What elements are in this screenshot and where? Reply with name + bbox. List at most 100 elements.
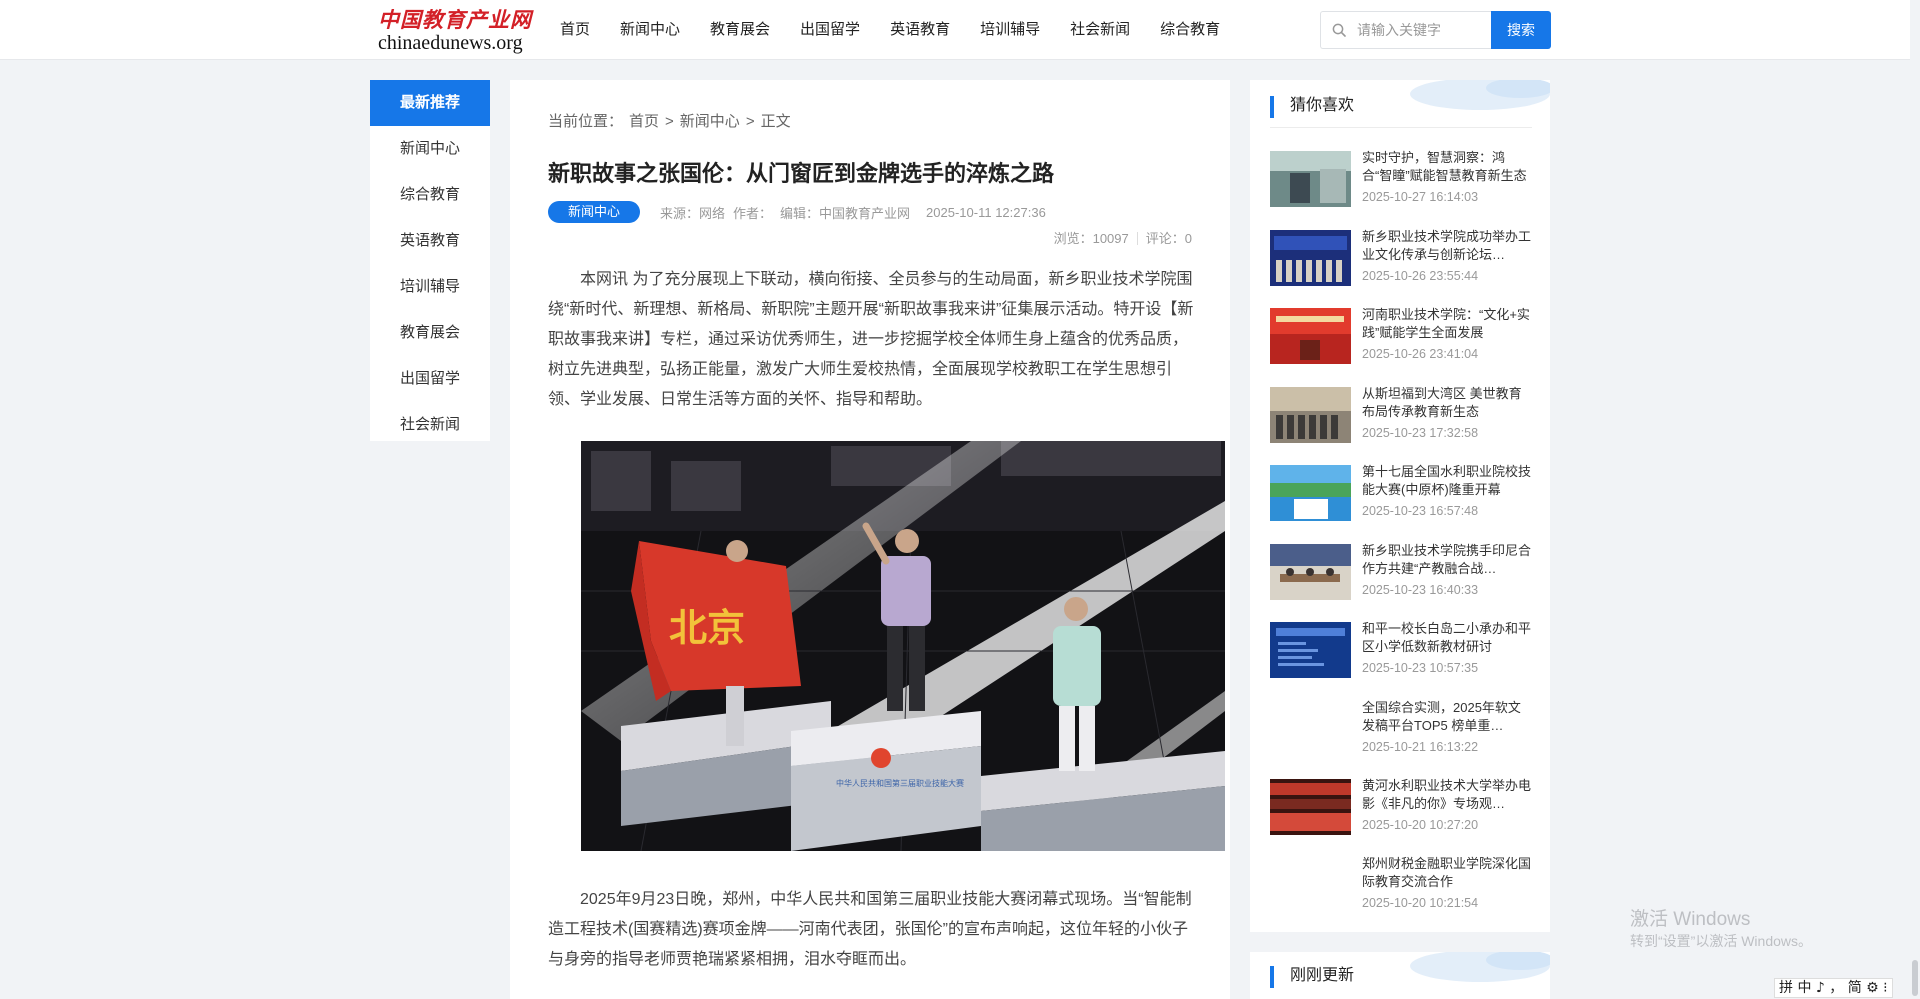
recommend-thumbnail bbox=[1270, 779, 1351, 835]
recommend-item-title: 河南职业技术学院：“文化+实践”赋能学生全面发展 bbox=[1362, 307, 1530, 340]
recommend-thumbnail bbox=[1270, 622, 1351, 678]
recommend-item-time: 2025-10-27 16:14:03 bbox=[1362, 190, 1479, 204]
article-paragraph: 2025年9月23日晚，郑州，中华人民共和国第三届职业技能大赛闭幕式现场。当“智… bbox=[548, 891, 1192, 968]
recommend-item[interactable]: 从斯坦福到大湾区 美世教育布局传承教育新生态 2025-10-23 17:32:… bbox=[1270, 385, 1532, 445]
flag-text: 北京 bbox=[669, 605, 745, 650]
nav-item-news-center[interactable]: 新闻中心 bbox=[620, 0, 680, 60]
recommend-item-time: 2025-10-23 10:57:35 bbox=[1362, 661, 1479, 675]
side-item-general-education[interactable]: 综合教育 bbox=[370, 172, 490, 218]
recommend-thumbnail bbox=[1270, 308, 1351, 364]
recommend-item-time: 2025-10-23 16:57:48 bbox=[1362, 504, 1479, 518]
views-count: 10097 bbox=[1092, 231, 1129, 246]
breadcrumb-current: 正文 bbox=[760, 113, 791, 130]
podium-ceremony-image: 中华人民共和国第三届职业技能大赛 北京 bbox=[581, 441, 1225, 851]
article-photo: 中华人民共和国第三届职业技能大赛 北京 bbox=[581, 441, 1225, 851]
side-item-education-expo[interactable]: 教育展会 bbox=[370, 310, 490, 356]
recommend-item-title: 全国综合实测，2025年软文发稿平台TOP5 榜单重… bbox=[1362, 700, 1521, 733]
recommend-item-title: 新乡职业技术学院成功举办工业文化传承与创新论坛… bbox=[1362, 229, 1532, 262]
recommend-item[interactable]: 新乡职业技术学院携手印尼合作方共建“产教融合战… 2025-10-23 16:4… bbox=[1270, 542, 1532, 602]
nav-item-education-expo[interactable]: 教育展会 bbox=[710, 0, 770, 60]
main-nav: 首页 新闻中心 教育展会 出国留学 英语教育 培训辅导 社会新闻 综合教育 bbox=[560, 0, 1250, 60]
recommend-item-time: 2025-10-23 16:40:33 bbox=[1362, 583, 1479, 597]
logo-chinese-text: 中国教育产业网 bbox=[378, 7, 532, 32]
breadcrumb: 当前位置： 首页 > 新闻中心 > 正文 bbox=[548, 110, 797, 131]
recommend-item[interactable]: 实时守护，智慧洞察：鸿合“智瞳”赋能智慧教育新生态 2025-10-27 16:… bbox=[1270, 149, 1532, 209]
recommend-thumbnail bbox=[1270, 465, 1351, 521]
nav-item-general-education[interactable]: 综合教育 bbox=[1160, 0, 1220, 60]
logo-english-text: chinaedunews.org bbox=[378, 32, 523, 54]
recommend-thumbnail bbox=[1270, 544, 1351, 600]
panel-cloud-decoration bbox=[1410, 80, 1550, 110]
breadcrumb-prefix: 当前位置： bbox=[548, 113, 624, 130]
recommend-item[interactable]: 新乡职业技术学院成功举办工业文化传承与创新论坛… 2025-10-26 23:5… bbox=[1270, 228, 1532, 288]
recommend-thumbnail bbox=[1270, 387, 1351, 443]
recommend-item-time: 2025-10-20 10:27:20 bbox=[1362, 818, 1479, 832]
recommend-thumbnail bbox=[1270, 151, 1351, 207]
recommend-item-title: 第十七届全国水利职业院校技能大赛(中原杯)隆重开幕 bbox=[1362, 464, 1532, 497]
breadcrumb-separator: > bbox=[745, 113, 755, 130]
breadcrumb-home-link[interactable]: 首页 bbox=[629, 113, 659, 130]
recommend-item-title: 实时守护，智慧洞察：鸿合“智瞳”赋能智慧教育新生态 bbox=[1362, 150, 1527, 183]
side-item-social-news[interactable]: 社会新闻 bbox=[370, 402, 490, 448]
recommend-item-time: 2025-10-20 10:21:54 bbox=[1362, 896, 1479, 910]
nav-item-social-news[interactable]: 社会新闻 bbox=[1070, 0, 1130, 60]
category-badge[interactable]: 新闻中心 bbox=[548, 201, 640, 223]
recommend-item-time: 2025-10-26 23:41:04 bbox=[1362, 347, 1479, 361]
recommend-panel-title: 猜你喜欢 bbox=[1270, 96, 1354, 118]
page-scrollbar[interactable] bbox=[1910, 0, 1920, 999]
recommend-item[interactable]: 和平一校长白岛二小承办和平区小学低数新教材研讨 2025-10-23 10:57… bbox=[1270, 620, 1532, 680]
recommend-item-title: 郑州财税金融职业学院深化国际教育交流合作 bbox=[1362, 856, 1532, 889]
nav-item-training[interactable]: 培训辅导 bbox=[980, 0, 1040, 60]
search-input[interactable] bbox=[1357, 20, 1485, 40]
side-item-training[interactable]: 培训辅导 bbox=[370, 264, 490, 310]
views-label: 浏览： bbox=[1053, 231, 1093, 246]
recommend-item-time: 2025-10-23 17:32:58 bbox=[1362, 426, 1479, 440]
windows-activation-title: 激活 Windows bbox=[1630, 909, 1751, 930]
side-item-news-center[interactable]: 新闻中心 bbox=[370, 126, 490, 172]
recommend-item-title: 黄河水利职业技术大学举办电影《非凡的你》专场观… bbox=[1362, 778, 1532, 811]
comments-label: 评论： bbox=[1145, 231, 1185, 246]
nav-item-home[interactable]: 首页 bbox=[560, 0, 590, 60]
article-author: 作者： bbox=[733, 205, 773, 221]
recommend-item[interactable]: 黄河水利职业技术大学举办电影《非凡的你》专场观… 2025-10-20 10:2… bbox=[1270, 777, 1532, 837]
search-icon bbox=[1332, 23, 1346, 37]
nav-item-english-education[interactable]: 英语教育 bbox=[890, 0, 950, 60]
stats-divider bbox=[1136, 232, 1138, 245]
side-item-latest-recommend[interactable]: 最新推荐 bbox=[370, 80, 490, 126]
recommend-item-time: 2025-10-21 16:13:22 bbox=[1362, 740, 1479, 754]
recommend-item-title: 从斯坦福到大湾区 美世教育布局传承教育新生态 bbox=[1362, 386, 1522, 419]
article-meta: 新闻中心 来源：网络 作者： 编辑：中国教育产业网 2025-10-11 12:… bbox=[548, 201, 1046, 223]
breadcrumb-section-link[interactable]: 新闻中心 bbox=[680, 113, 740, 130]
svg-text:中华人民共和国第三届职业技能大赛: 中华人民共和国第三届职业技能大赛 bbox=[836, 778, 964, 788]
recommend-item-title: 和平一校长白岛二小承办和平区小学低数新教材研讨 bbox=[1362, 621, 1532, 654]
recommend-item[interactable]: 河南职业技术学院：“文化+实践”赋能学生全面发展 2025-10-26 23:4… bbox=[1270, 306, 1532, 366]
nav-item-study-abroad[interactable]: 出国留学 bbox=[800, 0, 860, 60]
latest-panel-title: 刚刚更新 bbox=[1270, 966, 1354, 988]
site-header: 中国教育产业网 chinaedunews.org 首页 新闻中心 教育展会 出国… bbox=[0, 0, 1920, 60]
article-editor: 编辑：中国教育产业网 bbox=[780, 205, 911, 221]
recommend-item[interactable]: 郑州财税金融职业学院深化国际教育交流合作 2025-10-20 10:21:54 bbox=[1270, 855, 1532, 915]
recommend-item-title: 新乡职业技术学院携手印尼合作方共建“产教融合战… bbox=[1362, 543, 1532, 576]
recommend-panel: 猜你喜欢 实时守护，智慧洞察：鸿合“智瞳”赋能智慧教育新生态 2025-10-2… bbox=[1250, 80, 1550, 932]
search-box bbox=[1320, 11, 1491, 49]
side-item-english-education[interactable]: 英语教育 bbox=[370, 218, 490, 264]
latest-panel: 刚刚更新 bbox=[1250, 952, 1550, 999]
recommend-thumbnail bbox=[1270, 230, 1351, 286]
article-date: 2025-10-11 12:27:36 bbox=[926, 204, 1046, 220]
article-stats: 浏览：10097 评论：0 bbox=[1054, 228, 1192, 247]
panel-divider bbox=[1270, 127, 1532, 128]
side-item-study-abroad[interactable]: 出国留学 bbox=[370, 356, 490, 402]
recommend-item[interactable]: 第十七届全国水利职业院校技能大赛(中原杯)隆重开幕 2025-10-23 16:… bbox=[1270, 463, 1532, 523]
comments-count: 0 bbox=[1184, 231, 1192, 246]
windows-activation-subtitle: 转到“设置”以激活 Windows。 bbox=[1630, 933, 1813, 949]
category-side-menu: 最新推荐 新闻中心 综合教育 英语教育 培训辅导 教育展会 出国留学 社会新闻 bbox=[370, 80, 490, 441]
article-source: 来源：网络 bbox=[660, 205, 726, 221]
site-logo[interactable]: 中国教育产业网 chinaedunews.org bbox=[378, 8, 538, 56]
ime-toolbar[interactable]: 拼 中 ♪ ， 简 ⚙ ⁝ bbox=[1774, 978, 1893, 998]
article-paragraph: 本网讯 为了充分展现上下联动，横向衔接、全员参与的生动局面，新乡职业技术学院围绕… bbox=[548, 271, 1194, 408]
panel-cloud-decoration bbox=[1410, 952, 1550, 982]
breadcrumb-separator: > bbox=[665, 113, 674, 130]
search-button[interactable]: 搜索 bbox=[1491, 11, 1551, 49]
recommend-item[interactable]: 全国综合实测，2025年软文发稿平台TOP5 榜单重… 2025-10-21 1… bbox=[1270, 699, 1532, 759]
scrollbar-thumb[interactable] bbox=[1912, 960, 1918, 996]
